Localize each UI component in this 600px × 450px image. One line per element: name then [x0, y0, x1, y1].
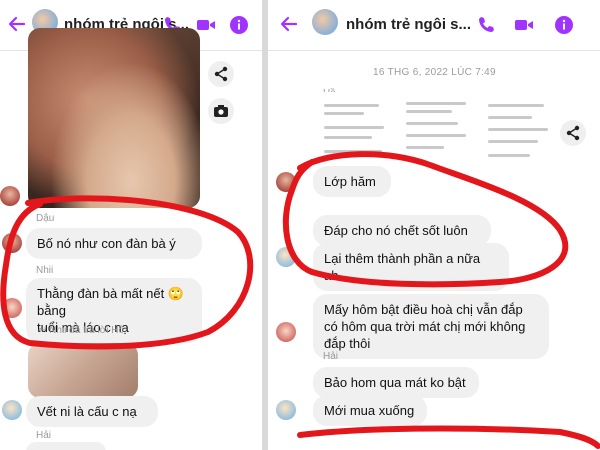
camera-button[interactable] [208, 98, 234, 124]
share-button[interactable] [560, 120, 586, 146]
shared-screenshots[interactable] [316, 92, 564, 170]
message-text: Lớp hăm [324, 174, 376, 189]
info-icon[interactable] [229, 15, 249, 35]
avatar[interactable] [0, 186, 20, 206]
share-button[interactable] [208, 61, 234, 87]
message-text: Bố nó như con đàn bà ý [37, 236, 176, 251]
screenshot-thumb[interactable] [320, 96, 390, 166]
screenshot-thumb[interactable] [484, 96, 554, 166]
avatar[interactable] [2, 400, 22, 420]
message-bubble[interactable]: Mới mua xuống [313, 395, 427, 426]
camera-icon [214, 105, 228, 117]
phone-icon[interactable] [476, 15, 496, 35]
share-icon [566, 125, 580, 141]
message-text-line: có hôm qua trời mát chị mới không [324, 319, 526, 334]
avatar[interactable] [276, 172, 296, 192]
back-arrow-icon[interactable] [278, 13, 300, 35]
info-icon[interactable] [554, 15, 574, 35]
date-divider: 16 THG 6, 2022 LÚC 7:49 [373, 67, 496, 78]
message-text: Mới mua xuống [324, 403, 415, 418]
sender-name: Hải [36, 430, 52, 441]
back-arrow-icon[interactable] [6, 13, 28, 35]
share-icon [214, 66, 228, 82]
chat-header: nhóm trẻ ngôi s... [268, 0, 600, 51]
message-bubble[interactable]: Lại thêm thành phần a nữa ah [313, 243, 509, 291]
screenshot-thumb[interactable] [402, 96, 472, 166]
message-bubble[interactable]: Lớp hăm [313, 166, 391, 197]
shared-photo[interactable] [28, 28, 200, 208]
message-bubble[interactable] [26, 442, 106, 450]
sender-name: Dậu [36, 213, 55, 224]
video-icon[interactable] [196, 15, 216, 35]
replied-photo[interactable] [28, 343, 138, 398]
chat-title[interactable]: nhóm trẻ ngôi s... [346, 16, 471, 33]
message-bubble[interactable]: Bảo hom qua mát ko bật [313, 367, 479, 398]
avatar[interactable] [276, 400, 296, 420]
avatar[interactable] [276, 322, 296, 342]
message-bubble[interactable]: Bố nó như con đàn bà ý [26, 228, 202, 259]
message-text-line: Mấy hôm bật điều hoà chị vẫn đắp [324, 302, 523, 317]
message-bubble[interactable]: Mấy hôm bật điều hoà chị vẫn đắp có hôm … [313, 294, 549, 359]
message-text: Lại thêm thành phần a nữa ah [324, 251, 481, 283]
left-chat-panel: nhóm trẻ ngôi s... Dậu Bố nó như con đàn… [0, 0, 262, 450]
message-bubble[interactable]: Đáp cho nó chết sốt luôn [313, 215, 491, 246]
sender-name: Hải [323, 351, 339, 362]
message-text: Bảo hom qua mát ko bật [324, 375, 466, 390]
avatar[interactable] [2, 298, 22, 318]
right-chat-panel: nhóm trẻ ngôi s... 16 THG 6, 2022 LÚC 7:… [268, 0, 600, 450]
reply-indicator: ↩ Nhii đã trả lời Hồ [38, 325, 125, 336]
sender-name: Nhii [36, 265, 54, 276]
message-text-line: đắp thôi [324, 336, 371, 351]
message-text: Đáp cho nó chết sốt luôn [324, 223, 468, 238]
message-text-line: Thằng đàn bà mất nết 🙄 bằng [37, 286, 184, 318]
video-icon[interactable] [514, 15, 534, 35]
avatar[interactable] [2, 233, 22, 253]
message-bubble[interactable]: Vết ni là cấu c nạ [26, 396, 158, 427]
message-text: Vết ni là cấu c nạ [37, 404, 137, 419]
avatar[interactable] [276, 247, 296, 267]
group-avatar[interactable] [312, 9, 338, 35]
